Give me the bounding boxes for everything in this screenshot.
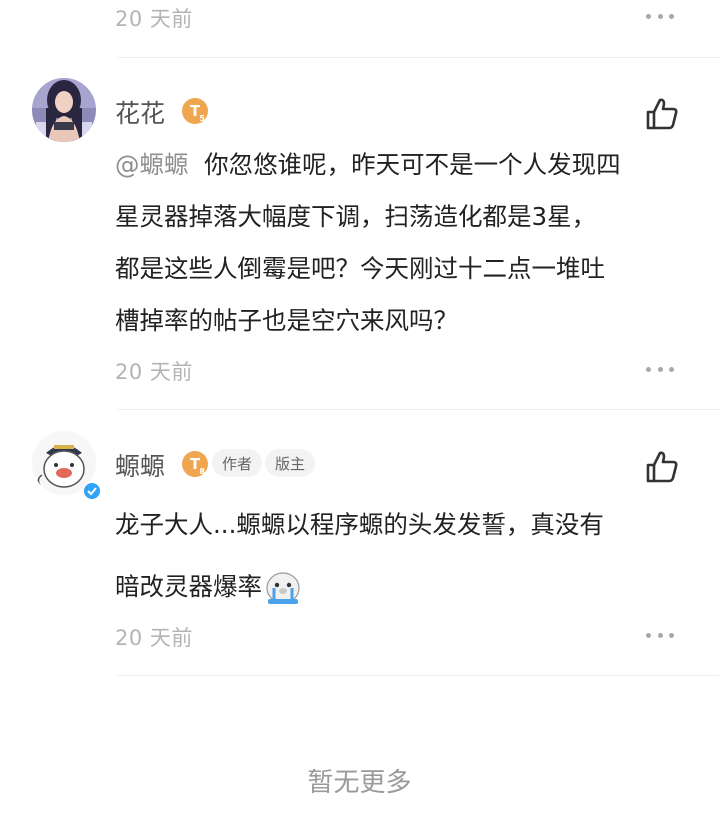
- more-options-button[interactable]: [640, 357, 680, 381]
- like-button[interactable]: [644, 96, 680, 132]
- avatar-image: [32, 78, 96, 142]
- thumbs-up-icon: [646, 98, 678, 130]
- verified-check-icon: [87, 487, 97, 496]
- more-dot: [669, 13, 674, 19]
- comment-line: 星灵器掉落大幅度下调，扫荡造化都是3星，: [115, 202, 597, 231]
- more-options-button[interactable]: [640, 4, 680, 28]
- crying-seal-emoji-icon: [266, 572, 300, 604]
- more-dot: [669, 366, 674, 372]
- more-dot: [646, 13, 651, 19]
- more-dot: [657, 13, 663, 19]
- author-tag: 作者: [212, 449, 263, 477]
- comment-line: 暗改灵器爆率: [115, 556, 705, 618]
- level-number: 8: [199, 467, 205, 476]
- verified-badge: [82, 481, 102, 501]
- more-options-button[interactable]: [640, 623, 680, 647]
- comment-line: 槽掉率的帖子也是空穴来风吗？: [115, 306, 458, 335]
- more-dot: [646, 632, 651, 638]
- comment-content: @螈螈 你忽悠谁呢，昨天可不是一个人发现四 星灵器掉落大幅度下调，扫荡造化都是3…: [115, 139, 695, 347]
- more-dot: [646, 366, 651, 372]
- comment-content: 龙子大人...螈螈以程序螈的头发发誓，真没有 暗改灵器爆率: [115, 494, 705, 618]
- thumbs-up-icon: [646, 451, 678, 483]
- more-dot: [657, 366, 663, 372]
- comment-line: @螈螈 你忽悠谁呢，昨天可不是一个人发现四: [115, 139, 695, 191]
- comment-divider: [117, 409, 719, 410]
- comment-divider: [117, 57, 719, 58]
- comment-divider: [117, 675, 719, 676]
- mention-link[interactable]: @螈螈: [115, 150, 189, 179]
- level-number: 5: [199, 114, 205, 123]
- comment-username[interactable]: 螈螈: [115, 447, 165, 483]
- comment-line: 都是这些人倒霉是吧？今天刚过十二点一堆吐: [115, 254, 605, 283]
- comment-line: 龙子大人...螈螈以程序螈的头发发誓，真没有: [115, 510, 604, 539]
- more-dot: [657, 632, 663, 638]
- comment-text: 暗改灵器爆率: [115, 572, 262, 601]
- like-button[interactable]: [644, 449, 680, 485]
- comment-time: 20 天前: [115, 7, 193, 31]
- comment-text: 你忽悠谁呢，昨天可不是一个人发现四: [204, 150, 621, 179]
- comment-username[interactable]: 花花: [115, 94, 165, 130]
- more-dot: [669, 632, 674, 638]
- comment-time: 20 天前: [115, 360, 193, 384]
- avatar[interactable]: [32, 78, 96, 142]
- comment-time: 20 天前: [115, 626, 193, 650]
- no-more-label: 暂无更多: [307, 768, 412, 798]
- level-badge: T5: [182, 98, 208, 124]
- level-badge: T8: [182, 451, 208, 477]
- moderator-tag: 版主: [265, 449, 316, 477]
